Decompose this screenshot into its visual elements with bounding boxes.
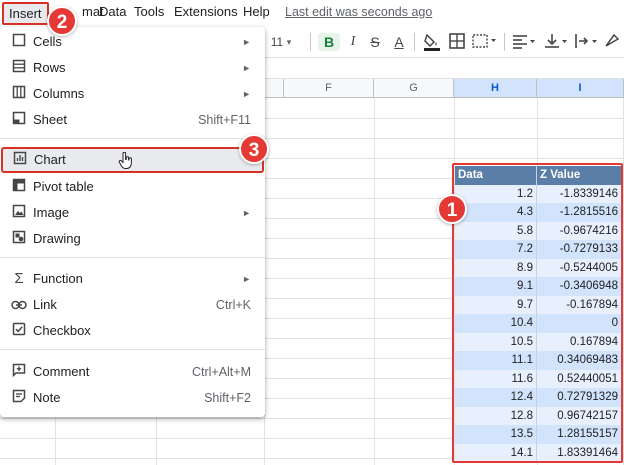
submenu-arrow-icon: ► <box>242 63 251 73</box>
sheet-icon <box>10 111 28 129</box>
col-header-e[interactable] <box>264 79 284 98</box>
menu-help[interactable]: Help <box>243 4 270 19</box>
hand-cursor-icon <box>118 151 134 175</box>
formula-bar[interactable] <box>264 57 624 79</box>
strikethrough-button[interactable]: S <box>366 33 384 51</box>
fill-color-icon[interactable] <box>422 33 442 55</box>
menu-insert[interactable]: Insert <box>2 2 49 25</box>
col-header-h[interactable]: H <box>454 79 537 98</box>
menu-item-label: Link <box>33 297 57 312</box>
shortcut-text: Shift+F2 <box>204 391 251 405</box>
menu-item-drawing[interactable]: Drawing <box>0 226 265 252</box>
shortcut-text: Ctrl+K <box>215 298 251 312</box>
link-icon <box>10 296 28 314</box>
merge-cells-icon[interactable] <box>472 33 496 53</box>
step-badge-3: 3 <box>239 134 269 164</box>
menu-item-label: Pivot table <box>33 179 94 194</box>
bold-button[interactable]: B <box>318 33 340 51</box>
italic-button[interactable]: I <box>344 33 362 51</box>
table-highlight-outline <box>452 163 623 463</box>
insert-dropdown-menu: Cells ► Rows ► Columns ► Sheet Shift+F11… <box>0 27 265 417</box>
menu-divider <box>0 349 265 350</box>
menu-item-label: Note <box>33 390 61 405</box>
menu-item-label: Drawing <box>33 231 81 246</box>
submenu-arrow-icon: ► <box>242 89 251 99</box>
columns-icon <box>10 85 28 103</box>
submenu-arrow-icon: ► <box>242 274 251 284</box>
vertical-align-icon[interactable] <box>544 33 570 53</box>
menu-tools[interactable]: Tools <box>134 4 164 19</box>
menu-item-pivot-table[interactable]: Pivot table <box>0 174 265 200</box>
menu-item-comment[interactable]: Comment Ctrl+Alt+M <box>0 359 265 385</box>
menu-item-rows[interactable]: Rows ► <box>0 55 265 81</box>
drawing-icon <box>10 230 28 248</box>
submenu-arrow-icon: ► <box>242 208 251 218</box>
menu-item-checkbox[interactable]: Checkbox <box>0 318 265 344</box>
menubar: Insert mat Data Tools Extensions Help La… <box>0 0 624 26</box>
menu-divider <box>0 138 265 139</box>
toolbar: 11 ▾ B I S A <box>264 27 624 57</box>
menu-data[interactable]: Data <box>99 4 126 19</box>
menu-item-function[interactable]: Σ Function ► <box>0 266 265 292</box>
menu-item-label: Image <box>33 205 70 220</box>
menu-item-label: Function <box>33 271 83 286</box>
col-header-g[interactable]: G <box>374 79 454 98</box>
menu-item-columns[interactable]: Columns ► <box>0 81 265 107</box>
menu-item-label: Comment <box>33 364 90 379</box>
pivot-table-icon <box>10 178 28 196</box>
menu-item-label: Sheet <box>33 112 67 127</box>
text-wrapping-icon[interactable] <box>574 33 600 53</box>
shortcut-text: Ctrl+Alt+M <box>191 365 251 379</box>
horizontal-align-icon[interactable] <box>512 33 538 53</box>
menu-item-sheet[interactable]: Sheet Shift+F11 <box>0 107 265 133</box>
sigma-icon: Σ <box>14 270 24 287</box>
borders-icon[interactable] <box>448 33 466 53</box>
chart-icon <box>11 151 29 169</box>
rows-icon <box>10 59 28 77</box>
note-icon <box>10 389 28 407</box>
step-badge-2: 2 <box>47 6 77 36</box>
text-rotation-icon[interactable] <box>602 33 620 53</box>
menu-item-label: Cells <box>33 34 62 49</box>
image-icon <box>10 204 28 222</box>
submenu-arrow-icon: ► <box>242 37 251 47</box>
last-edit-link[interactable]: Last edit was seconds ago <box>285 5 432 19</box>
menu-item-label: Rows <box>33 60 66 75</box>
menu-item-link[interactable]: Link Ctrl+K <box>0 292 265 318</box>
checkbox-icon <box>10 322 28 340</box>
font-size-increase-icon[interactable]: ▾ <box>284 33 294 51</box>
menu-divider <box>0 257 265 258</box>
col-header-i[interactable]: I <box>537 79 624 98</box>
step-badge-1: 1 <box>437 194 467 224</box>
menu-extensions[interactable]: Extensions <box>174 4 238 19</box>
menu-item-label: Columns <box>33 86 85 101</box>
menu-item-note[interactable]: Note Shift+F2 <box>0 385 265 411</box>
shortcut-text: Shift+F11 <box>198 113 251 127</box>
menu-item-label: Checkbox <box>33 323 91 338</box>
text-color-button[interactable]: A <box>390 33 408 51</box>
col-header-f[interactable]: F <box>284 79 374 98</box>
menu-item-label: Chart <box>34 152 66 167</box>
menu-item-image[interactable]: Image ► <box>0 200 265 226</box>
menu-item-cells[interactable]: Cells ► <box>0 29 265 55</box>
comment-icon <box>10 363 28 381</box>
square-icon <box>10 33 28 51</box>
